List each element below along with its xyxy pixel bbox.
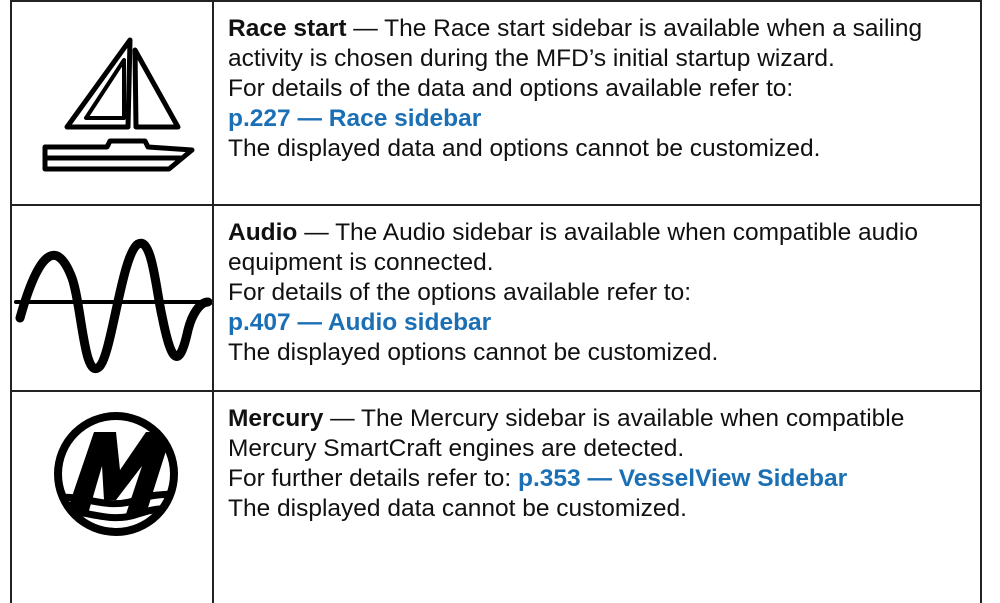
refer-text: For further details refer to: <box>228 465 519 492</box>
sidebar-table: Race start — The Race start sidebar is a… <box>10 0 982 603</box>
customize-note: The displayed data cannot be customized. <box>228 495 687 522</box>
text-cell: Mercury — The Mercury sidebar is availab… <box>228 404 966 524</box>
customize-note: The displayed options cannot be customiz… <box>228 339 719 366</box>
audio-sidebar-link[interactable]: p.407 — Audio sidebar <box>228 309 491 336</box>
row-title: Mercury <box>228 405 324 432</box>
icon-cell <box>12 206 214 390</box>
title-dash: — <box>297 219 336 246</box>
table-row-mercury: Mercury — The Mercury sidebar is availab… <box>10 392 982 603</box>
title-dash: — <box>346 15 385 42</box>
text-cell: Audio — The Audio sidebar is available w… <box>228 218 966 368</box>
text-cell: Race start — The Race start sidebar is a… <box>228 14 966 164</box>
refer-text: For details of the options available ref… <box>228 279 692 306</box>
sailboat-icon <box>42 37 195 172</box>
icon-cell <box>12 2 214 204</box>
customize-note: The displayed data and options cannot be… <box>228 135 821 162</box>
audio-wave-icon <box>14 238 212 374</box>
title-dash: — <box>323 405 361 432</box>
table-row-race-start: Race start — The Race start sidebar is a… <box>10 0 982 206</box>
race-sidebar-link[interactable]: p.227 — Race sidebar <box>228 105 481 132</box>
mercury-logo-icon <box>54 412 178 536</box>
row-title: Race start <box>228 15 347 42</box>
refer-text: For details of the data and options avai… <box>228 75 794 102</box>
table-row-audio: Audio — The Audio sidebar is available w… <box>10 206 982 392</box>
icon-cell <box>12 392 214 603</box>
vesselview-sidebar-link[interactable]: p.353 — VesselView Sidebar <box>518 465 847 492</box>
row-title: Audio <box>228 219 298 246</box>
